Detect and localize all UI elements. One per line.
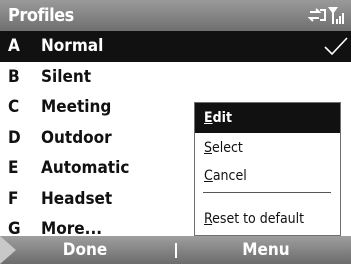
softkey-divider <box>175 243 177 258</box>
menu-item-label: elect <box>212 140 243 156</box>
menu-item-cancel[interactable]: Cancel <box>195 161 340 191</box>
signal-icon <box>328 7 344 24</box>
menu-accelerator: E <box>204 110 213 126</box>
accelerator-key: D <box>8 127 21 148</box>
accelerator-key: A <box>8 36 20 56</box>
status-icons <box>307 7 344 24</box>
accelerator-key: F <box>8 188 19 209</box>
menu-accelerator: S <box>204 140 212 156</box>
menu-item-edit[interactable]: Edit <box>195 103 340 133</box>
accelerator-key: B <box>8 66 20 87</box>
menu-softkey[interactable]: Menu <box>181 236 351 264</box>
menu-accelerator: R <box>204 211 213 227</box>
profile-label: Normal <box>41 36 104 56</box>
menu-separator <box>203 192 331 193</box>
menu-item-reset-to-default[interactable]: Reset to default <box>195 204 340 234</box>
context-menu: Edit Select Cancel Reset to default <box>194 102 341 236</box>
profile-item-normal[interactable]: A Normal <box>0 31 351 62</box>
page-title: Profiles <box>8 5 74 26</box>
menu-item-label: eset to default <box>212 211 305 227</box>
menu-accelerator: C <box>204 168 213 184</box>
checkmark-icon <box>324 37 348 56</box>
title-bar: Profiles <box>0 0 351 31</box>
profile-label: Outdoor <box>41 127 112 148</box>
menu-item-label: ancel <box>212 168 247 184</box>
profile-item-silent[interactable]: B Silent <box>0 62 351 93</box>
done-softkey[interactable]: Done <box>0 236 170 264</box>
menu-item-label: dit <box>212 110 232 126</box>
accelerator-key: C <box>8 97 20 117</box>
accelerator-key: E <box>8 158 19 178</box>
menu-item-select[interactable]: Select <box>195 133 340 163</box>
softkey-bar: Done Menu <box>0 236 351 264</box>
profile-label: Silent <box>41 66 92 87</box>
profile-label: Meeting <box>41 97 112 117</box>
profile-label: Headset <box>41 188 113 209</box>
profile-label: Automatic <box>41 158 130 178</box>
connectivity-icon <box>307 8 326 22</box>
